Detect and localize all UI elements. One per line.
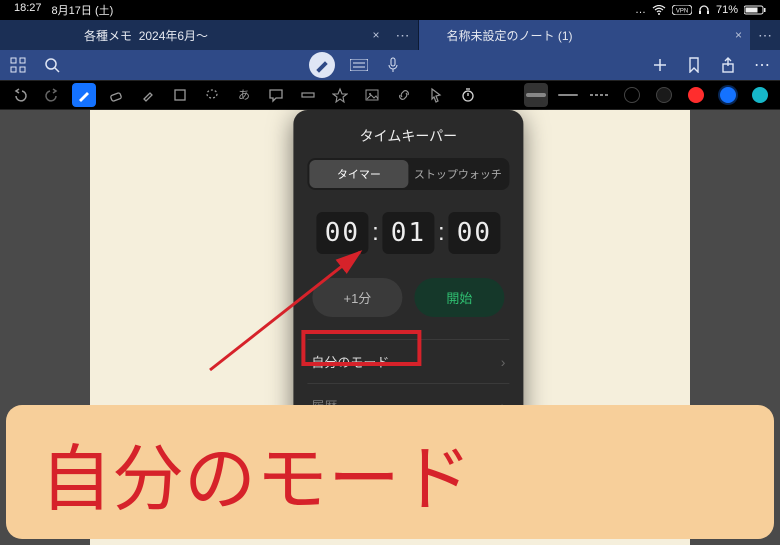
pen-tool-icon[interactable] — [72, 83, 96, 107]
tab-title: 各種メモ 2024年6月〜 — [84, 27, 208, 44]
text-tool-icon[interactable]: あ — [232, 83, 256, 107]
share-icon[interactable] — [718, 55, 738, 75]
more-icon[interactable]: ⋯ — [752, 55, 772, 75]
lasso-tool-icon[interactable] — [200, 83, 224, 107]
app-toolbar: ⋯ — [0, 50, 780, 80]
grid-icon[interactable] — [8, 55, 28, 75]
tab-title: 名称未設定のノート (1) — [447, 27, 573, 44]
redo-icon[interactable] — [40, 83, 64, 107]
comment-tool-icon[interactable] — [264, 83, 288, 107]
mic-icon[interactable] — [383, 55, 403, 75]
close-icon[interactable]: × — [372, 28, 379, 42]
shape-tool-icon[interactable] — [168, 83, 192, 107]
colon: : — [438, 219, 445, 247]
color-black2[interactable] — [652, 83, 676, 107]
svg-text:VPN: VPN — [676, 9, 688, 15]
stroke-thin[interactable] — [556, 83, 580, 107]
color-cyan[interactable] — [748, 83, 772, 107]
bookmark-icon[interactable] — [684, 55, 704, 75]
tab-overflow-left[interactable]: ⋯ — [388, 20, 418, 50]
timekeeper-popover: タイムキーパー タイマー ストップウォッチ 00 : 01 : 00 +1分 開… — [293, 110, 523, 438]
color-black[interactable] — [620, 83, 644, 107]
keyboard-icon[interactable] — [349, 55, 369, 75]
close-icon[interactable]: × — [735, 28, 742, 42]
colon: : — [372, 219, 379, 247]
status-time: 18:27 — [14, 2, 42, 18]
svg-text:あ: あ — [238, 88, 250, 102]
headphones-icon — [698, 5, 710, 15]
tab-overflow-right[interactable]: ⋯ — [750, 20, 780, 50]
time-hours[interactable]: 00 — [317, 212, 368, 254]
battery-icon — [744, 5, 766, 15]
segment-timer[interactable]: タイマー — [309, 160, 408, 188]
segment-stopwatch[interactable]: ストップウォッチ — [408, 160, 507, 188]
ellipsis-icon: … — [635, 4, 646, 16]
time-minutes[interactable]: 01 — [383, 212, 434, 254]
add-icon[interactable] — [650, 55, 670, 75]
timer-tool-icon[interactable] — [456, 83, 480, 107]
vpn-icon: VPN — [672, 5, 692, 15]
link-tool-icon[interactable] — [392, 83, 416, 107]
my-mode-label: 自分のモード — [311, 352, 389, 371]
ipad-status-bar: 18:27 8月17日 (土) … VPN 71% — [0, 0, 780, 20]
ruler-tool-icon[interactable] — [296, 83, 320, 107]
image-tool-icon[interactable] — [360, 83, 384, 107]
annotation-callout-text: 自分のモード — [40, 420, 472, 525]
document-tabs: 各種メモ 2024年6月〜 × ⋯ 名称未設定のノート (1) × ⋯ — [0, 20, 780, 50]
search-icon[interactable] — [42, 55, 62, 75]
canvas-area: タイムキーパー タイマー ストップウォッチ 00 : 01 : 00 +1分 開… — [0, 110, 780, 545]
time-display: 00 : 01 : 00 — [307, 212, 509, 254]
color-blue[interactable] — [716, 83, 740, 107]
stroke-thick[interactable] — [524, 83, 548, 107]
undo-icon[interactable] — [8, 83, 32, 107]
stroke-dashed[interactable] — [588, 83, 612, 107]
my-mode-row[interactable]: 自分のモード › — [307, 340, 509, 384]
plus-one-minute-button[interactable]: +1分 — [312, 278, 402, 317]
pointer-tool-icon[interactable] — [424, 83, 448, 107]
home-tab-button[interactable] — [0, 20, 56, 50]
highlighter-tool-icon[interactable] — [136, 83, 160, 107]
favorites-tool-icon[interactable] — [328, 83, 352, 107]
pen-mode-icon[interactable] — [309, 52, 335, 78]
color-red[interactable] — [684, 83, 708, 107]
popover-title: タイムキーパー — [307, 126, 509, 146]
drawing-toolbar: あ — [0, 80, 780, 110]
timer-mode-segment: タイマー ストップウォッチ — [307, 158, 509, 190]
start-button[interactable]: 開始 — [414, 278, 504, 317]
wifi-icon — [652, 5, 666, 15]
time-seconds[interactable]: 00 — [449, 212, 500, 254]
annotation-callout: 自分のモード — [6, 405, 774, 539]
document-tab-left[interactable]: 各種メモ 2024年6月〜 × — [56, 20, 388, 50]
battery-pct: 71% — [716, 4, 738, 16]
document-tab-right[interactable]: 名称未設定のノート (1) × — [419, 20, 751, 50]
eraser-tool-icon[interactable] — [104, 83, 128, 107]
chevron-right-icon: › — [501, 354, 506, 370]
status-date: 8月17日 (土) — [52, 2, 114, 18]
